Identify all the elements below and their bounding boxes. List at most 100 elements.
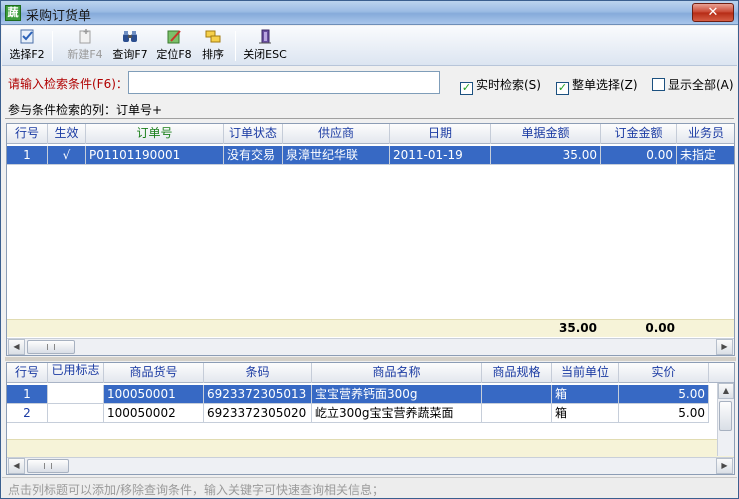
scroll-left-arrow-icon[interactable]: ◀ xyxy=(8,339,25,355)
status-bar: 点击列标题可以添加/移除查询条件，输入关键字可快速查询相关信息； xyxy=(2,477,737,498)
search-columns-info: 参与条件检索的列：订单号+ xyxy=(8,103,163,117)
grid-splitter[interactable] xyxy=(5,357,736,361)
table-row[interactable]: 2 100050002 6923372305020 屹立300g宝宝营养蔬菜面 … xyxy=(7,404,734,423)
row-number: 2 xyxy=(7,404,48,423)
scroll-up-arrow-icon[interactable]: ▲ xyxy=(718,383,734,399)
checkbox-unchecked-icon xyxy=(652,78,665,91)
show-all-checkbox[interactable]: 显示全部(A) xyxy=(652,76,734,93)
toolbar: 选择F2 新建F4 查询F7 定位F8 排序 关闭ESC xyxy=(2,26,737,66)
scroll-left-arrow-icon[interactable]: ◀ xyxy=(8,458,25,474)
col-header-row-no[interactable]: 行号 xyxy=(7,363,48,383)
orders-horizontal-scrollbar[interactable]: ◀ ▶ xyxy=(7,338,734,355)
sort-button-label: 排序 xyxy=(202,48,224,61)
checklist-icon xyxy=(18,28,36,45)
close-esc-button[interactable]: 关闭ESC xyxy=(242,28,288,64)
window-title: 采购订货单 xyxy=(26,9,92,24)
col-header-unit[interactable]: 当前单位 xyxy=(552,363,619,383)
item-spec-cell xyxy=(482,385,552,404)
new-document-icon xyxy=(76,28,94,45)
search-label: 请输入检索条件(F6)： xyxy=(8,77,128,91)
col-header-deposit[interactable]: 订金金额 xyxy=(601,124,677,144)
table-row[interactable]: 1 √ P01101190001 没有交易 泉漳世纪华联 2011-01-19 … xyxy=(7,146,734,165)
realtime-search-checkbox[interactable]: ✓ 实时检索(S) xyxy=(460,76,541,95)
title-bar[interactable]: 蔬 采购订货单 ✕ xyxy=(1,1,738,25)
query-button[interactable]: 查询F7 xyxy=(110,28,150,64)
items-grid-header: 行号 已用标志 商品货号 条码 商品名称 商品规格 当前单位 实价 xyxy=(7,363,734,383)
close-esc-button-label: 关闭ESC xyxy=(243,48,287,61)
whole-order-label: 整单选择(Z) xyxy=(572,78,638,92)
search-input[interactable] xyxy=(128,71,440,94)
col-header-item-spec[interactable]: 商品规格 xyxy=(482,363,552,383)
col-header-row-no[interactable]: 行号 xyxy=(7,124,48,144)
barcode-cell: 6923372305013 xyxy=(204,385,312,404)
app-logo-icon: 蔬 xyxy=(5,5,21,21)
amount-cell: 35.00 xyxy=(491,146,601,165)
order-status-cell: 没有交易 xyxy=(224,146,283,165)
item-spec-cell xyxy=(482,404,552,423)
orders-totals-bar: 35.00 0.00 xyxy=(7,319,734,337)
order-no-cell: P01101190001 xyxy=(86,146,224,165)
col-header-supplier[interactable]: 供应商 xyxy=(283,124,390,144)
scroll-thumb[interactable] xyxy=(27,459,69,473)
scroll-thumb[interactable] xyxy=(719,401,732,431)
locate-button[interactable]: 定位F8 xyxy=(154,28,194,64)
status-hint: 点击列标题可以添加/移除查询条件，输入关键字可快速查询相关信息； xyxy=(8,483,385,497)
main-window: 蔬 采购订货单 ✕ 选择F2 新建F4 查询F7 定位F8 排序 关闭ESC 请… xyxy=(0,0,739,499)
price-cell: 5.00 xyxy=(619,404,709,423)
col-header-item-code[interactable]: 商品货号 xyxy=(104,363,204,383)
items-totals-bar xyxy=(7,439,734,457)
select-button[interactable]: 选择F2 xyxy=(8,28,46,64)
realtime-search-label: 实时检索(S) xyxy=(476,78,541,92)
item-name-cell: 屹立300g宝宝营养蔬菜面 xyxy=(312,404,482,423)
table-row[interactable]: 1 100050001 6923372305013 宝宝营养钙面300g 箱 5… xyxy=(7,385,734,404)
used-flag-cell xyxy=(48,404,104,423)
total-amount: 35.00 xyxy=(559,321,597,335)
divider xyxy=(5,118,734,119)
col-header-order-no[interactable]: 订单号 xyxy=(86,124,224,144)
col-header-effective[interactable]: 生效 xyxy=(48,124,86,144)
deposit-cell: 0.00 xyxy=(601,146,677,165)
unit-cell: 箱 xyxy=(552,385,619,404)
supplier-cell: 泉漳世纪华联 xyxy=(283,146,390,165)
query-button-label: 查询F7 xyxy=(112,48,148,61)
locate-pen-icon xyxy=(165,28,183,45)
scroll-right-arrow-icon[interactable]: ▶ xyxy=(716,458,733,474)
select-button-label: 选择F2 xyxy=(9,48,45,61)
col-header-barcode[interactable]: 条码 xyxy=(204,363,312,383)
item-name-cell: 宝宝营养钙面300g xyxy=(312,385,482,404)
locate-button-label: 定位F8 xyxy=(156,48,192,61)
items-grid: 行号 已用标志 商品货号 条码 商品名称 商品规格 当前单位 实价 1 1000… xyxy=(6,362,735,475)
row-number: 1 xyxy=(7,385,48,404)
orders-grid: 行号 生效 订单号 订单状态 供应商 日期 单据金额 订金金额 业务员 1 √ … xyxy=(6,123,735,356)
window-close-button[interactable]: ✕ xyxy=(692,3,734,22)
total-deposit: 0.00 xyxy=(645,321,675,335)
item-code-cell: 100050002 xyxy=(104,404,204,423)
col-header-staff[interactable]: 业务员 xyxy=(677,124,734,144)
col-header-item-name[interactable]: 商品名称 xyxy=(312,363,482,383)
orders-grid-header: 行号 生效 订单号 订单状态 供应商 日期 单据金额 订金金额 业务员 xyxy=(7,124,734,144)
used-flag-cell xyxy=(48,385,104,404)
checkbox-checked-icon: ✓ xyxy=(460,81,473,95)
col-header-price[interactable]: 实价 xyxy=(619,363,709,383)
item-code-cell: 100050001 xyxy=(104,385,204,404)
checkbox-checked-icon: ✓ xyxy=(556,81,569,95)
col-header-amount[interactable]: 单据金额 xyxy=(491,124,601,144)
scroll-thumb[interactable] xyxy=(27,340,75,354)
new-button[interactable]: 新建F4 xyxy=(64,28,106,64)
col-header-date[interactable]: 日期 xyxy=(390,124,491,144)
scroll-right-arrow-icon[interactable]: ▶ xyxy=(716,339,733,355)
staff-cell: 未指定 xyxy=(677,146,734,165)
sort-button[interactable]: 排序 xyxy=(198,28,228,64)
new-button-label: 新建F4 xyxy=(67,48,103,61)
sort-icon xyxy=(204,28,222,45)
whole-order-checkbox[interactable]: ✓ 整单选择(Z) xyxy=(556,76,638,95)
col-header-order-status[interactable]: 订单状态 xyxy=(224,124,283,144)
show-all-label: 显示全部(A) xyxy=(668,78,734,92)
toolbar-separator xyxy=(52,31,53,61)
price-cell: 5.00 xyxy=(619,385,709,404)
binoculars-icon xyxy=(121,28,139,45)
items-vertical-scrollbar[interactable]: ▲ xyxy=(717,383,734,456)
items-horizontal-scrollbar[interactable]: ◀ ▶ xyxy=(7,457,734,474)
col-header-used-flag[interactable]: 已用标志 xyxy=(48,363,104,383)
effective-cell: √ xyxy=(48,146,86,165)
